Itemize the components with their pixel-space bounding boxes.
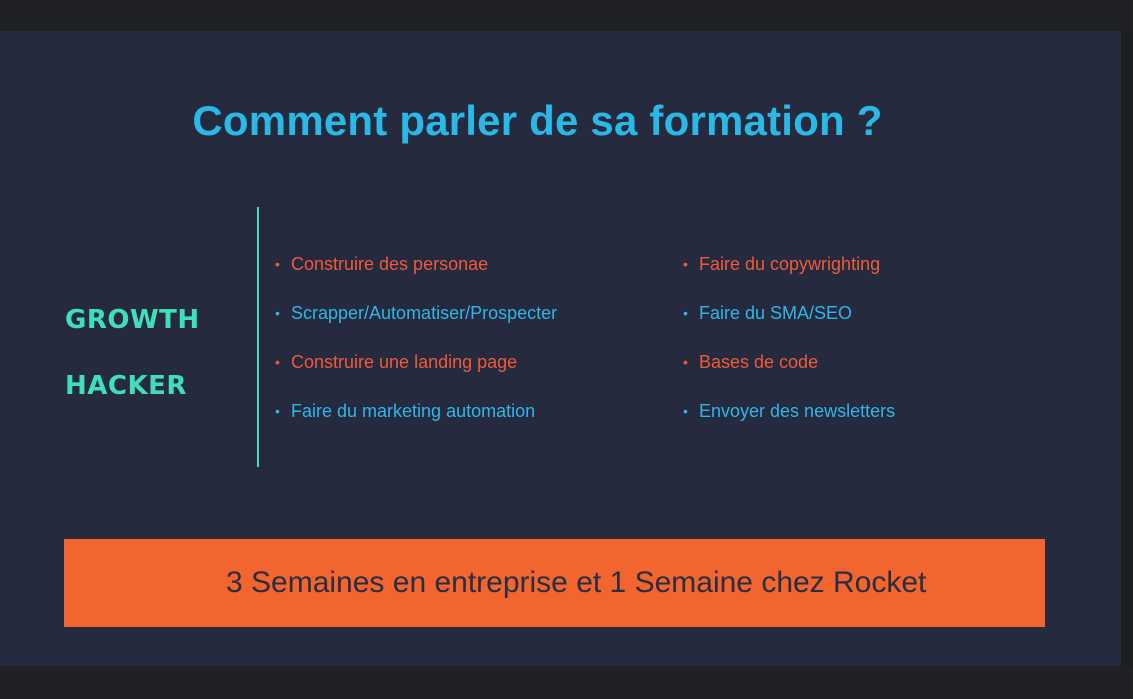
role-label-line-2: HACKER bbox=[65, 371, 187, 401]
bullet-icon: • bbox=[683, 403, 688, 419]
skill-item: • Construire une landing page bbox=[275, 348, 557, 397]
skill-text: Scrapper/Automatiser/Prospecter bbox=[291, 303, 558, 323]
skill-text: Construire une landing page bbox=[291, 352, 518, 372]
role-label: GROWTH HACKER bbox=[65, 287, 200, 419]
bullet-icon: • bbox=[275, 256, 280, 272]
skill-text: Bases de code bbox=[699, 352, 819, 372]
skill-text: Faire du copywrighting bbox=[699, 254, 881, 274]
banner-text: 3 Semaines en entreprise et 1 Semaine ch… bbox=[226, 566, 927, 599]
skill-text: Envoyer des newsletters bbox=[699, 401, 896, 421]
skills-list-left: • Construire des personae • Scrapper/Autom… bbox=[275, 250, 557, 446]
skill-text: Construire des personae bbox=[291, 254, 489, 274]
presentation-slide: Comment parler de sa formation ? GROWTH … bbox=[0, 31, 1121, 666]
bullet-icon: • bbox=[275, 403, 280, 419]
skill-item: • Faire du SMA/SEO bbox=[683, 299, 895, 348]
window-bottom-bar bbox=[0, 666, 1133, 699]
skills-list-right: • Faire du copywrighting • Faire du SMA/SE… bbox=[683, 250, 895, 446]
vertical-divider bbox=[257, 207, 259, 467]
role-label-line-1: GROWTH bbox=[65, 305, 200, 335]
window-right-edge bbox=[1121, 31, 1133, 666]
skill-item: • Faire du marketing automation bbox=[275, 397, 557, 446]
skill-text: Faire du SMA/SEO bbox=[699, 303, 853, 323]
skill-item: • Faire du copywrighting bbox=[683, 250, 895, 299]
bullet-icon: • bbox=[275, 354, 280, 370]
skill-item: • Construire des personae bbox=[275, 250, 557, 299]
schedule-banner: 3 Semaines en entreprise et 1 Semaine ch… bbox=[64, 539, 1045, 627]
window-top-bar bbox=[0, 0, 1133, 31]
skill-text: Faire du marketing automation bbox=[291, 401, 536, 421]
bullet-icon: • bbox=[683, 256, 688, 272]
skill-item: • Scrapper/Automatiser/Prospecter bbox=[275, 299, 557, 348]
skill-item: • Bases de code bbox=[683, 348, 895, 397]
bullet-icon: • bbox=[275, 305, 280, 321]
skill-item: • Envoyer des newsletters bbox=[683, 397, 895, 446]
bullet-icon: • bbox=[683, 305, 688, 321]
bullet-icon: • bbox=[683, 354, 688, 370]
slide-title: Comment parler de sa formation ? bbox=[192, 97, 883, 144]
